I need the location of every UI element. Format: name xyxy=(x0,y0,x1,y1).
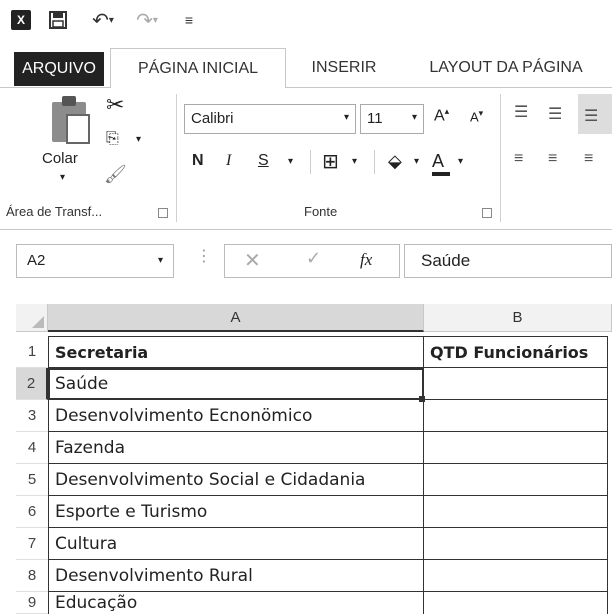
row-header[interactable]: 3 xyxy=(16,400,48,432)
borders-icon[interactable]: ⊞ xyxy=(322,148,339,174)
row-header[interactable]: 8 xyxy=(16,560,48,592)
table-cell[interactable]: Cultura xyxy=(48,528,424,560)
table-cell[interactable]: Desenvolvimento Rural xyxy=(48,560,424,592)
formula-bar: A2 ▾ ⋮ ✕ ✓ fx Saúde xyxy=(0,230,612,304)
tab-arquivo[interactable]: ARQUIVO xyxy=(14,52,104,86)
underline-dropdown-icon[interactable]: ▾ xyxy=(288,148,293,174)
copy-icon[interactable]: ⎘ xyxy=(106,130,119,148)
align-center-icon[interactable]: ≡ xyxy=(548,150,557,168)
divider xyxy=(374,150,375,174)
align-bottom-icon[interactable]: ☰ xyxy=(584,106,598,126)
table-cell[interactable] xyxy=(424,592,608,614)
row-header[interactable]: 9 xyxy=(16,592,48,614)
row-header[interactable]: 5 xyxy=(16,464,48,496)
clipboard-group-label: Área de Transf... xyxy=(6,204,103,219)
grow-font-button[interactable]: A▴ xyxy=(434,106,449,125)
table-cell[interactable]: Esporte e Turismo xyxy=(48,496,424,528)
insert-function-button[interactable]: fx xyxy=(360,250,372,270)
spreadsheet-grid: A B 1 Secretaria QTD Funcionários 2 Saúd… xyxy=(0,304,612,614)
excel-logo-letter: X xyxy=(11,10,31,30)
row-header[interactable]: 4 xyxy=(16,432,48,464)
fill-color-icon[interactable]: ⬙ xyxy=(388,148,402,174)
paste-icon[interactable] xyxy=(48,94,94,150)
save-icon[interactable] xyxy=(46,8,70,32)
chevron-down-icon: ▾ xyxy=(411,112,417,123)
copy-dropdown-icon[interactable]: ▾ xyxy=(136,134,141,145)
align-left-icon[interactable]: ≡ xyxy=(514,150,523,168)
name-box[interactable]: A2 ▾ xyxy=(16,244,174,278)
font-group-label: Fonte xyxy=(304,204,338,219)
name-box-value: A2 xyxy=(27,252,46,269)
table-cell[interactable]: Desenvolvimento Ecnonömico xyxy=(48,400,424,432)
font-family-value: Calibri xyxy=(191,110,234,127)
excel-icon: X xyxy=(10,8,32,32)
active-cell[interactable]: Saúde xyxy=(48,368,424,400)
fill-handle[interactable] xyxy=(419,396,425,402)
paste-dropdown-icon[interactable]: ▾ xyxy=(60,172,65,183)
ribbon-tabs: ARQUIVO PÁGINA INICIAL INSERIR LAYOUT DA… xyxy=(0,40,612,89)
column-header-b[interactable]: B xyxy=(424,304,612,332)
table-cell[interactable]: Fazenda xyxy=(48,432,424,464)
ribbon: Colar ▾ ✂ ⎘ ▾ 🖌 Área de Transf... Calibr… xyxy=(0,88,612,230)
divider xyxy=(310,150,311,174)
formula-input[interactable]: Saúde xyxy=(404,244,612,278)
row-header[interactable]: 1 xyxy=(16,336,48,368)
underline-button[interactable]: S xyxy=(258,148,269,174)
font-color-button[interactable]: A xyxy=(432,148,444,174)
customize-toolbar-icon[interactable]: ≡ xyxy=(182,8,196,32)
table-cell[interactable] xyxy=(424,496,608,528)
table-cell[interactable] xyxy=(424,560,608,592)
table-cell[interactable] xyxy=(424,400,608,432)
table-cell[interactable] xyxy=(424,432,608,464)
font-launcher-icon[interactable] xyxy=(482,208,492,218)
column-header-a[interactable]: A xyxy=(48,304,424,332)
cancel-icon[interactable]: ✕ xyxy=(244,248,261,273)
paste-button-label[interactable]: Colar xyxy=(42,150,78,167)
align-middle-icon[interactable]: ☰ xyxy=(548,104,562,124)
italic-button[interactable]: I xyxy=(226,148,231,174)
borders-dropdown-icon[interactable]: ▾ xyxy=(352,148,357,174)
font-family-select[interactable]: Calibri ▾ xyxy=(184,104,356,134)
select-all-button[interactable] xyxy=(16,304,48,332)
font-size-select[interactable]: 11 ▾ xyxy=(360,104,424,134)
shrink-font-button[interactable]: A▾ xyxy=(470,108,483,124)
table-cell[interactable]: Desenvolvimento Social e Cidadania xyxy=(48,464,424,496)
bold-button[interactable]: N xyxy=(192,148,204,174)
table-header-cell[interactable]: Secretaria xyxy=(48,336,424,368)
undo-icon[interactable]: ↶ ▾ xyxy=(88,8,118,32)
align-right-icon[interactable]: ≡ xyxy=(584,150,593,168)
table-cell[interactable] xyxy=(424,464,608,496)
table-cell[interactable] xyxy=(424,368,608,400)
font-color-dropdown-icon[interactable]: ▾ xyxy=(458,148,463,174)
tab-pagina-inicial[interactable]: PÁGINA INICIAL xyxy=(110,48,286,89)
row-header[interactable]: 2 xyxy=(16,368,48,400)
table-cell[interactable] xyxy=(424,528,608,560)
align-top-icon[interactable]: ☰ xyxy=(514,102,528,122)
group-divider xyxy=(500,94,501,222)
row-header[interactable]: 7 xyxy=(16,528,48,560)
chevron-down-icon: ▾ xyxy=(157,255,163,266)
table-cell[interactable]: Educação xyxy=(48,592,424,614)
table-header-cell[interactable]: QTD Funcionários xyxy=(424,336,608,368)
enter-icon[interactable]: ✓ xyxy=(306,248,321,269)
row-header[interactable]: 6 xyxy=(16,496,48,528)
chevron-down-icon: ▾ xyxy=(343,112,349,123)
redo-icon[interactable]: ↷ ▾ xyxy=(132,8,162,32)
quick-access-toolbar: X ↶ ▾ ↷ ▾ ≡ xyxy=(0,0,612,40)
tab-layout-da-pagina[interactable]: LAYOUT DA PÁGINA xyxy=(406,48,606,88)
group-divider xyxy=(176,94,177,222)
format-painter-icon[interactable]: 🖌 xyxy=(104,164,127,185)
drag-handle-icon[interactable]: ⋮ xyxy=(196,246,212,266)
font-size-value: 11 xyxy=(367,110,383,127)
tab-inserir[interactable]: INSERIR xyxy=(296,48,392,88)
cut-icon[interactable]: ✂ xyxy=(106,92,124,118)
fill-color-dropdown-icon[interactable]: ▾ xyxy=(414,148,419,174)
font-color-swatch xyxy=(432,172,450,176)
clipboard-launcher-icon[interactable] xyxy=(158,208,168,218)
